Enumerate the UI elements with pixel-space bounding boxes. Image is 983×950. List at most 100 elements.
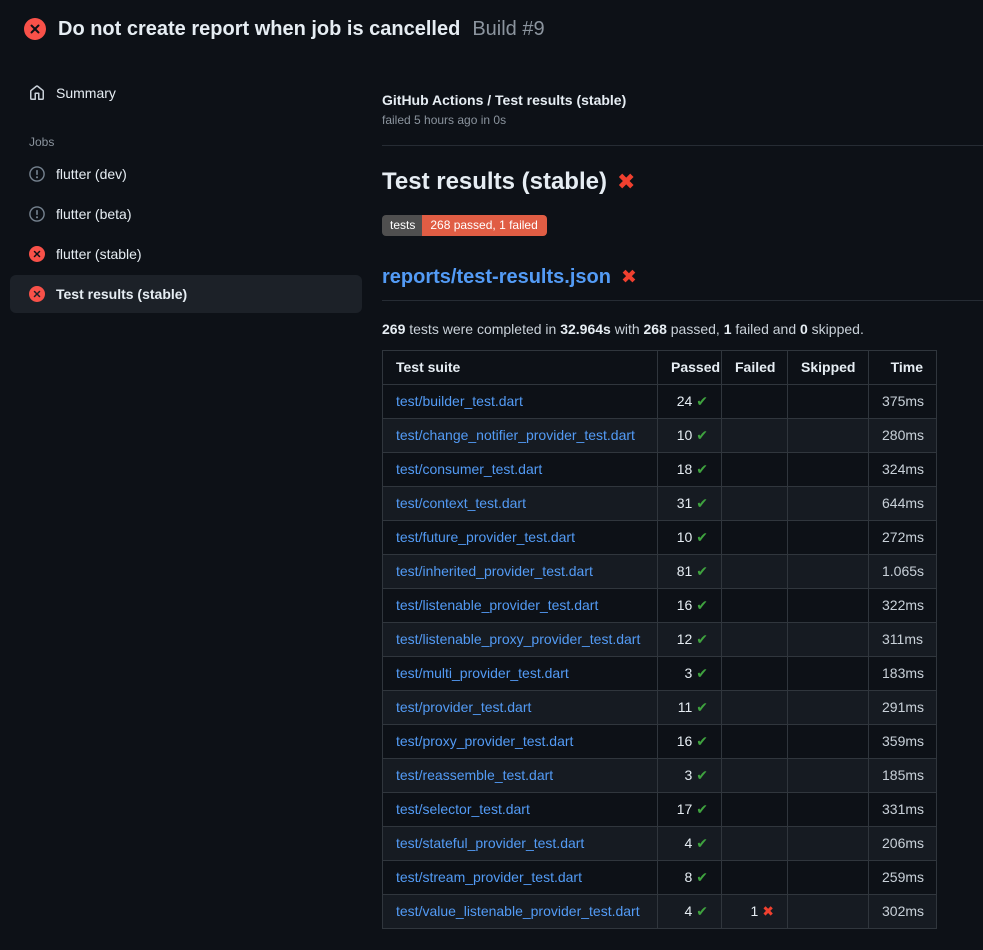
failed-cell: ✖ <box>722 419 788 453</box>
sidebar-item-label: flutter (dev) <box>56 166 127 182</box>
skipped-cell <box>788 895 869 929</box>
home-icon <box>29 85 45 101</box>
test-suite-link[interactable]: test/listenable_provider_test.dart <box>396 597 598 613</box>
breadcrumb: GitHub Actions / Test results (stable) <box>382 92 983 108</box>
check-icon: ✔ <box>696 461 708 477</box>
check-icon: ✔ <box>696 529 708 545</box>
passed-cell: 24✔ <box>658 385 722 419</box>
sidebar-item-label: flutter (beta) <box>56 206 131 222</box>
passed-cell: 10✔ <box>658 419 722 453</box>
time-cell: 206ms <box>869 827 937 861</box>
test-suite-link[interactable]: test/provider_test.dart <box>396 699 531 715</box>
skipped-cell <box>788 487 869 521</box>
table-row: test/proxy_provider_test.dart 16✔ ✖ 359m… <box>383 725 937 759</box>
skipped-cell <box>788 827 869 861</box>
time-cell: 1.065s <box>869 555 937 589</box>
test-suite-link[interactable]: test/future_provider_test.dart <box>396 529 575 545</box>
check-icon: ✔ <box>696 801 708 817</box>
time-cell: 324ms <box>869 453 937 487</box>
time-cell: 331ms <box>869 793 937 827</box>
table-row: test/multi_provider_test.dart 3✔ ✖ 183ms <box>383 657 937 691</box>
passed-cell: 3✔ <box>658 657 722 691</box>
test-suite-link[interactable]: test/stream_provider_test.dart <box>396 869 582 885</box>
passed-cell: 11✔ <box>658 691 722 725</box>
failed-cell: ✖ <box>722 487 788 521</box>
failed-cell: ✖ <box>722 385 788 419</box>
tests-badge: tests 268 passed, 1 failed <box>382 215 547 236</box>
passed-cell: 81✔ <box>658 555 722 589</box>
sidebar-item-flutter-stable[interactable]: flutter (stable) <box>10 235 362 273</box>
table-row: test/context_test.dart 31✔ ✖ 644ms <box>383 487 937 521</box>
failed-cell: ✖ <box>722 725 788 759</box>
test-suite-link[interactable]: test/consumer_test.dart <box>396 461 542 477</box>
check-icon: ✔ <box>696 665 708 681</box>
passed-cell: 16✔ <box>658 589 722 623</box>
sidebar-item-summary[interactable]: Summary <box>10 78 362 108</box>
time-cell: 359ms <box>869 725 937 759</box>
failed-cell: ✖ <box>722 453 788 487</box>
check-icon: ✔ <box>696 733 708 749</box>
test-suite-link[interactable]: test/proxy_provider_test.dart <box>396 733 573 749</box>
test-suite-link[interactable]: test/multi_provider_test.dart <box>396 665 569 681</box>
col-header-failed: Failed <box>722 351 788 385</box>
run-status-line: failed 5 hours ago in 0s <box>382 113 983 127</box>
passed-cell: 8✔ <box>658 861 722 895</box>
failed-cell: ✖ <box>722 623 788 657</box>
failed-cell: ✖ <box>722 861 788 895</box>
failed-count: 1 <box>724 321 732 337</box>
test-suite-link[interactable]: test/builder_test.dart <box>396 393 523 409</box>
time-cell: 644ms <box>869 487 937 521</box>
test-suite-link[interactable]: test/selector_test.dart <box>396 801 530 817</box>
skipped-cell <box>788 589 869 623</box>
test-suite-link[interactable]: test/inherited_provider_test.dart <box>396 563 593 579</box>
skipped-cell <box>788 657 869 691</box>
passed-cell: 10✔ <box>658 521 722 555</box>
table-row: test/inherited_provider_test.dart 81✔ ✖ … <box>383 555 937 589</box>
sidebar-item-test-results-stable[interactable]: Test results (stable) <box>10 275 362 313</box>
cross-mark-icon: ✖ <box>617 169 635 195</box>
check-run-panel: GitHub Actions / Test results (stable) f… <box>382 56 983 929</box>
sidebar-item-flutter-dev[interactable]: flutter (dev) <box>10 155 362 193</box>
test-suite-link[interactable]: test/listenable_proxy_provider_test.dart <box>396 631 640 647</box>
sidebar-item-flutter-beta[interactable]: flutter (beta) <box>10 195 362 233</box>
report-file-link[interactable]: reports/test-results.json <box>382 266 611 289</box>
table-row: test/listenable_provider_test.dart 16✔ ✖… <box>383 589 937 623</box>
failed-cell: ✖ <box>722 657 788 691</box>
failed-circle-icon <box>24 18 46 40</box>
test-suite-link[interactable]: test/change_notifier_provider_test.dart <box>396 427 635 443</box>
time-cell: 259ms <box>869 861 937 895</box>
col-header-passed: Passed <box>658 351 722 385</box>
test-results-body: test/builder_test.dart 24✔ ✖ 375ms test/… <box>383 385 937 929</box>
check-icon: ✔ <box>696 597 708 613</box>
skipped-cell <box>788 419 869 453</box>
skipped-cell <box>788 725 869 759</box>
skipped-cell <box>788 555 869 589</box>
check-icon: ✔ <box>696 699 708 715</box>
test-suite-link[interactable]: test/value_listenable_provider_test.dart <box>396 903 640 919</box>
time-cell: 375ms <box>869 385 937 419</box>
table-row: test/future_provider_test.dart 10✔ ✖ 272… <box>383 521 937 555</box>
passed-cell: 17✔ <box>658 793 722 827</box>
badge-label: tests <box>382 215 422 236</box>
col-header-time: Time <box>869 351 937 385</box>
neutral-status-icon <box>29 166 45 182</box>
test-suite-link[interactable]: test/context_test.dart <box>396 495 526 511</box>
check-icon: ✔ <box>696 869 708 885</box>
passed-cell: 4✔ <box>658 827 722 861</box>
section-title: Test results (stable) ✖ <box>382 168 983 196</box>
check-icon: ✔ <box>696 835 708 851</box>
time-cell: 185ms <box>869 759 937 793</box>
skipped-cell <box>788 385 869 419</box>
failed-cell: ✖ <box>722 793 788 827</box>
passed-cell: 18✔ <box>658 453 722 487</box>
passed-cell: 31✔ <box>658 487 722 521</box>
report-heading: reports/test-results.json ✖ <box>382 266 983 301</box>
table-row: test/stream_provider_test.dart 8✔ ✖ 259m… <box>383 861 937 895</box>
skipped-count: 0 <box>800 321 808 337</box>
test-results-table: Test suite Passed Failed Skipped Time te… <box>382 350 937 929</box>
total-count: 269 <box>382 321 405 337</box>
test-suite-link[interactable]: test/reassemble_test.dart <box>396 767 553 783</box>
failed-cell: ✖ <box>722 555 788 589</box>
table-row: test/builder_test.dart 24✔ ✖ 375ms <box>383 385 937 419</box>
test-suite-link[interactable]: test/stateful_provider_test.dart <box>396 835 584 851</box>
